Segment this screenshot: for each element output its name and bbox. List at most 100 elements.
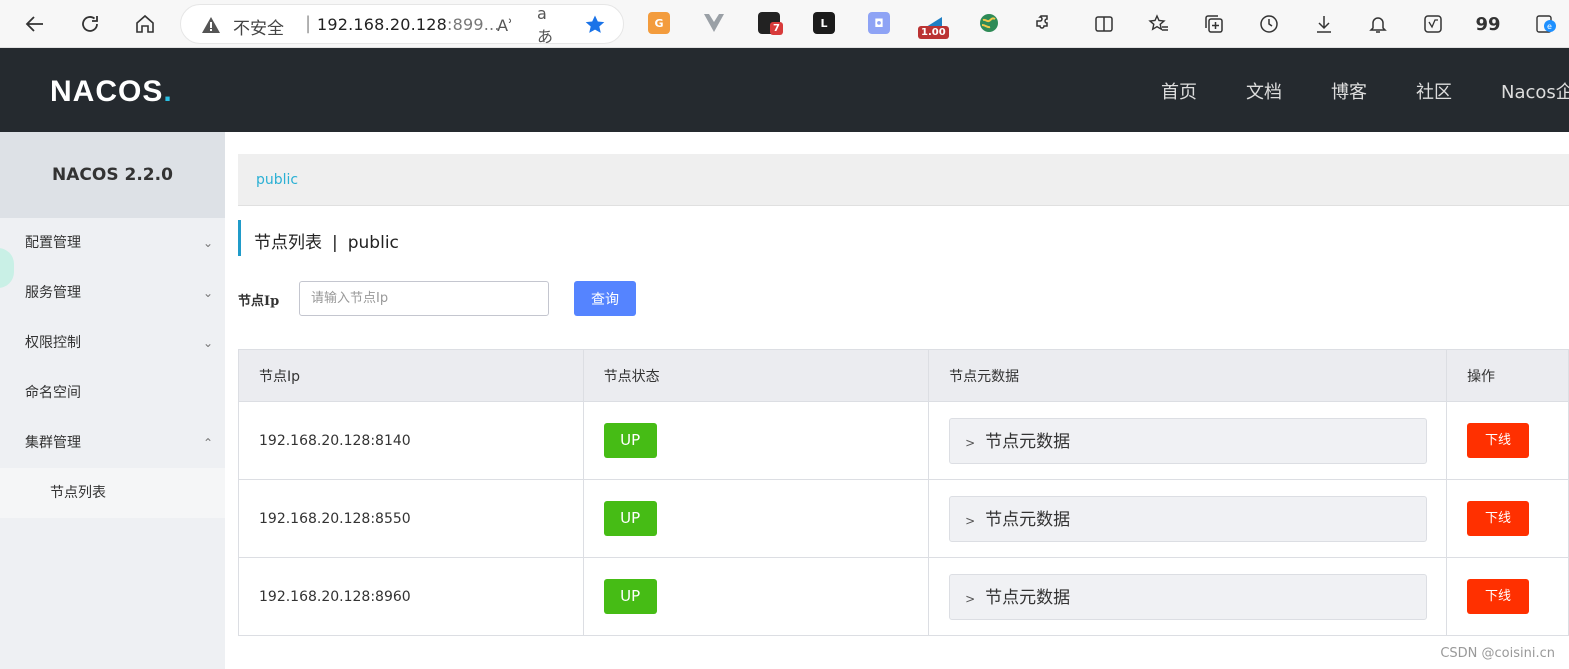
column-header-metadata: 节点元数据: [928, 349, 1448, 402]
vue-devtools-icon[interactable]: [703, 12, 725, 34]
chevron-right-icon: >: [965, 591, 976, 606]
node-ip-cell: 192.168.20.128:8960: [238, 557, 584, 636]
address-separator: |: [305, 13, 312, 34]
url-host: 192.168.20.128: [317, 15, 448, 34]
translate-extension-icon[interactable]: G: [648, 12, 670, 34]
favorite-star-icon[interactable]: [583, 13, 607, 37]
metadata-label: 节点元数据: [985, 509, 1071, 530]
node-ip-input[interactable]: [299, 281, 549, 316]
node-ip-label: 节点Ip: [238, 294, 280, 309]
metadata-label: 节点元数据: [985, 587, 1071, 608]
nav-home[interactable]: 首页: [1161, 78, 1197, 104]
extension-speed-icon[interactable]: 1.00: [918, 12, 949, 39]
sidebar-item-label: 权限控制: [25, 335, 81, 351]
node-metadata-cell: > 节点元数据: [928, 479, 1448, 558]
metadata-collapse[interactable]: > 节点元数据: [949, 417, 1428, 464]
node-metadata-cell: > 节点元数据: [928, 557, 1448, 636]
sidebar-item-cluster[interactable]: 集群管理 ⌃: [0, 418, 225, 468]
address-bar[interactable]: 不安全 | 192.168.20.128:899... Aʾ aあ: [180, 4, 624, 46]
offline-button[interactable]: 下线: [1467, 501, 1530, 536]
sidebar-item-namespace[interactable]: 命名空间: [0, 368, 225, 418]
logo-dot: .: [163, 75, 173, 108]
metadata-collapse[interactable]: > 节点元数据: [949, 573, 1428, 620]
sidebar-item-label: 配置管理: [25, 235, 81, 251]
math-solver-icon[interactable]: [1417, 8, 1449, 40]
table-row: 192.168.20.128:8960 UP > 节点元数据 下线: [238, 557, 1569, 636]
sidebar-item-label: 服务管理: [25, 285, 81, 301]
sidebar-version-title: NACOS 2.2.0: [0, 132, 225, 218]
warning-icon: [202, 17, 220, 33]
history-icon[interactable]: [1253, 8, 1285, 40]
chevron-right-icon: >: [965, 513, 976, 528]
chevron-right-icon: >: [965, 435, 976, 450]
globe-extension-icon[interactable]: [978, 12, 1000, 34]
refresh-icon[interactable]: [74, 8, 106, 40]
sidebar-item-label: 命名空间: [25, 385, 81, 401]
edge-ie-mode-icon[interactable]: e: [1530, 8, 1562, 40]
quote-icon[interactable]: 99: [1472, 8, 1504, 40]
collections-icon[interactable]: [1198, 8, 1230, 40]
split-screen-icon[interactable]: [1088, 8, 1120, 40]
url-rest: :899...: [447, 15, 500, 34]
node-metadata-cell: > 节点元数据: [928, 401, 1448, 480]
sidebar-item-permissions[interactable]: 权限控制 ⌄: [0, 318, 225, 368]
logo-text: NACOS: [50, 75, 164, 108]
chevron-down-icon: ⌄: [202, 286, 213, 300]
browser-toolbar: 不安全 | 192.168.20.128:899... Aʾ aあ G 7 L …: [0, 0, 1569, 48]
sidebar: NACOS 2.2.0 配置管理 ⌄ 服务管理 ⌄ 权限控制 ⌄ 命名空间 集群…: [0, 132, 225, 669]
query-button[interactable]: 查询: [574, 281, 636, 316]
chevron-down-icon: ⌄: [202, 336, 213, 350]
node-table: 节点Ip 节点状态 节点元数据 操作 192.168.20.128:8140 U…: [238, 349, 1569, 636]
node-action-cell: 下线: [1446, 401, 1569, 480]
node-status-cell: UP: [583, 557, 930, 636]
back-icon[interactable]: [19, 8, 51, 40]
sidebar-subitem-node-list[interactable]: 节点列表: [0, 468, 225, 518]
node-ip-cell: 192.168.20.128:8140: [238, 401, 584, 480]
top-navbar: NACOS. 首页 文档 博客 社区 Nacos企: [0, 48, 1569, 132]
status-badge: UP: [603, 423, 657, 458]
downloads-icon[interactable]: [1308, 8, 1340, 40]
node-action-cell: 下线: [1446, 557, 1569, 636]
nav-blog[interactable]: 博客: [1331, 78, 1367, 104]
page-title-namespace: public: [347, 233, 399, 253]
status-badge: UP: [603, 579, 657, 614]
nav-enterprise[interactable]: Nacos企: [1501, 78, 1569, 104]
read-aloud-icon[interactable]: Aʾ: [493, 13, 517, 37]
node-status-cell: UP: [583, 479, 930, 558]
home-icon[interactable]: [129, 8, 161, 40]
favorites-icon[interactable]: [1143, 8, 1175, 40]
nacos-logo[interactable]: NACOS.: [50, 75, 173, 109]
table-row: 192.168.20.128:8140 UP > 节点元数据 下线: [238, 401, 1569, 480]
namespace-bar: public: [238, 154, 1569, 206]
column-header-ip: 节点Ip: [238, 349, 584, 402]
table-header-row: 节点Ip 节点状态 节点元数据 操作: [238, 349, 1569, 402]
extension-counter-icon[interactable]: 7: [758, 12, 783, 35]
status-badge: UP: [603, 501, 657, 536]
column-header-status: 节点状态: [583, 349, 930, 402]
extension-robot-icon[interactable]: ◘: [868, 12, 890, 34]
notifications-bell-icon[interactable]: [1362, 8, 1394, 40]
page-title: 节点列表 | public: [238, 220, 399, 256]
namespace-public-link[interactable]: public: [256, 172, 298, 188]
metadata-collapse[interactable]: > 节点元数据: [949, 495, 1428, 542]
extensions-puzzle-icon[interactable]: [1028, 8, 1060, 40]
page-title-text: 节点列表: [254, 233, 322, 253]
translate-icon[interactable]: aあ: [537, 4, 561, 46]
insecure-label: 不安全: [233, 19, 284, 39]
url-text[interactable]: 192.168.20.128:899...: [317, 15, 500, 34]
title-separator: |: [332, 233, 338, 253]
column-header-action: 操作: [1446, 349, 1569, 402]
chevron-up-icon: ⌃: [202, 436, 213, 450]
metadata-label: 节点元数据: [985, 431, 1071, 452]
sidebar-item-service[interactable]: 服务管理 ⌄: [0, 268, 225, 318]
nav-docs[interactable]: 文档: [1246, 78, 1282, 104]
offline-button[interactable]: 下线: [1467, 423, 1530, 458]
svg-text:e: e: [1547, 22, 1552, 31]
extension-l-icon[interactable]: L: [813, 12, 835, 34]
watermark-text: CSDN @coisini.cn: [1440, 646, 1555, 661]
sidebar-item-config[interactable]: 配置管理 ⌄: [0, 218, 225, 268]
sidebar-item-label: 集群管理: [25, 435, 81, 451]
node-status-cell: UP: [583, 401, 930, 480]
nav-community[interactable]: 社区: [1416, 78, 1452, 104]
offline-button[interactable]: 下线: [1467, 579, 1530, 614]
